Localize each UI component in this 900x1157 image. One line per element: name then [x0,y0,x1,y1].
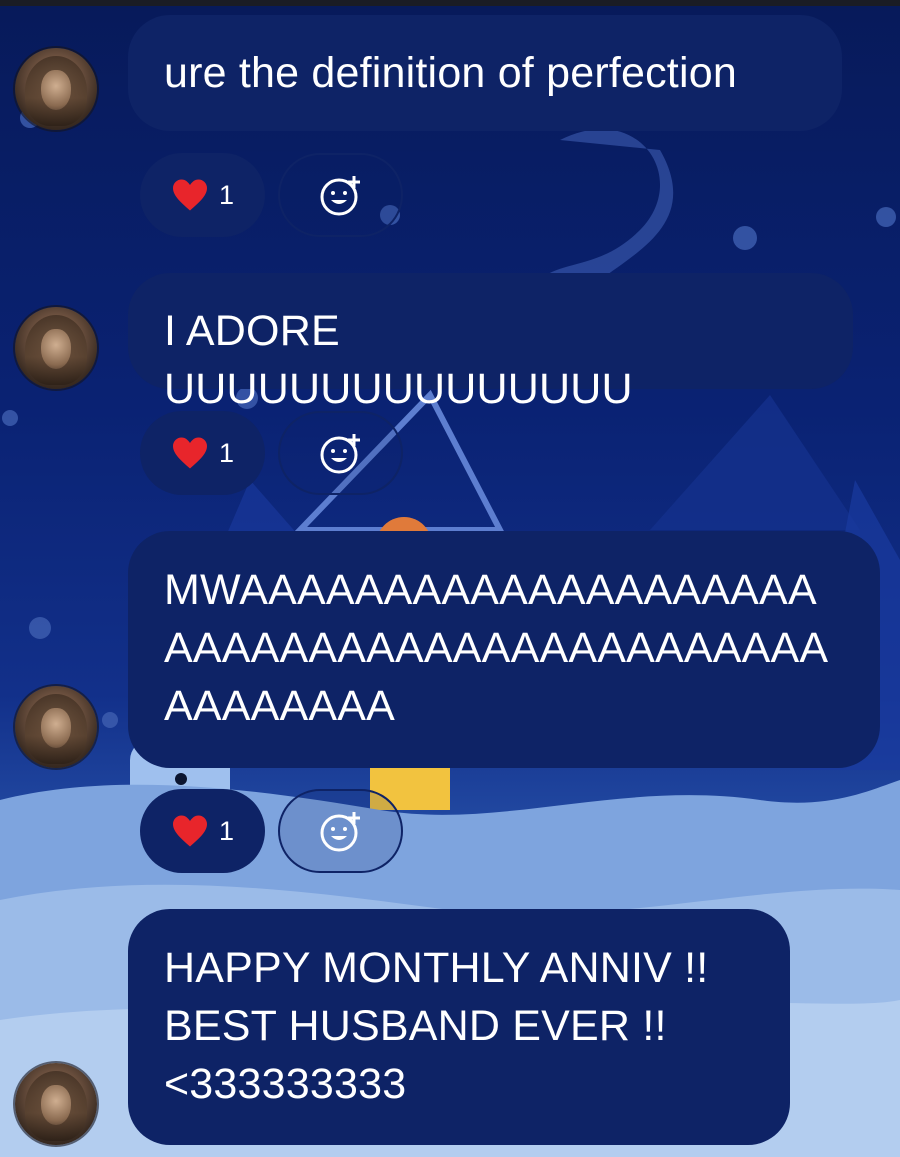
heart-icon [172,179,207,211]
message-text: I ADORE UUUUUUUUUUUUUUU [164,307,633,413]
message-text-line: MWAAAAAAAAAAAAAAAAAAAA [164,566,817,614]
message-bubble[interactable]: ure the definition of perfection [128,15,842,131]
reaction-count: 1 [218,815,235,846]
avatar[interactable] [15,307,97,389]
avatar[interactable] [15,48,97,130]
heart-reaction[interactable]: 1 [140,153,265,237]
message-text-line: AAAAAAAA [164,682,396,730]
avatar[interactable] [15,686,97,768]
status-bar-edge [0,0,900,6]
message-text-line: BEST HUSBAND EVER !! [164,1002,667,1050]
avatar[interactable] [15,1063,97,1145]
message-text-line: <333333333 [164,1060,407,1108]
heart-icon [172,815,207,847]
message-text-line: HAPPY MONTHLY ANNIV !! [164,944,709,992]
message-bubble[interactable]: HAPPY MONTHLY ANNIV !! BEST HUSBAND EVER… [128,909,790,1145]
heart-reaction[interactable]: 1 [140,411,265,495]
reaction-count: 1 [218,179,235,210]
emoji-add-icon [320,176,360,216]
message-bubble[interactable]: MWAAAAAAAAAAAAAAAAAAAA AAAAAAAAAAAAAAAAA… [128,531,880,768]
message-text: ure the definition of perfection [164,49,737,97]
emoji-add-icon [320,812,360,852]
message-text-line: AAAAAAAAAAAAAAAAAAAAAAA [164,624,829,672]
add-reaction-button[interactable] [278,411,403,495]
heart-icon [172,437,207,469]
message-bubble[interactable]: I ADORE UUUUUUUUUUUUUUU [128,273,853,413]
emoji-add-icon [320,434,360,474]
heart-reaction[interactable]: 1 [140,789,265,873]
reaction-count: 1 [218,437,235,468]
add-reaction-button[interactable] [278,153,403,237]
add-reaction-button[interactable] [278,789,403,873]
